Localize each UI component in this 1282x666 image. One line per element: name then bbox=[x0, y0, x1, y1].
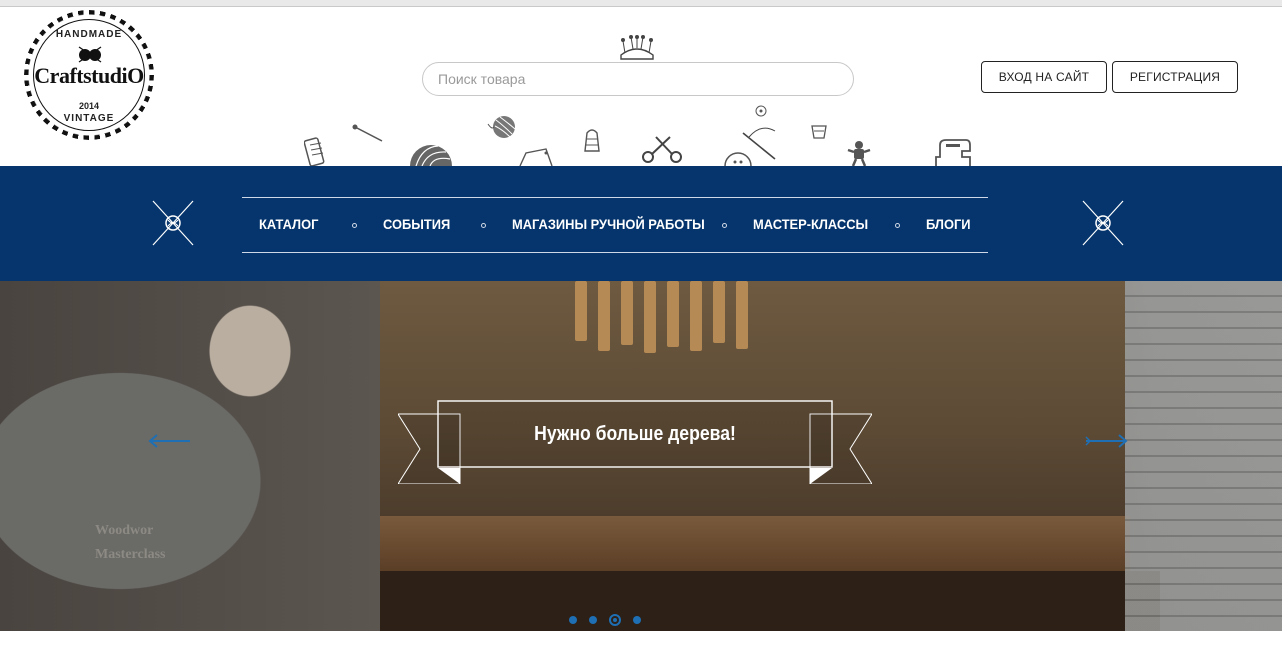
chisel-handle bbox=[644, 281, 656, 353]
main-nav: КАТАЛОГ СОБЫТИЯ МАГАЗИНЫ РУЧНОЙ РАБОТЫ М… bbox=[242, 197, 988, 253]
chisel-handle bbox=[621, 281, 633, 345]
slider-dot[interactable] bbox=[569, 616, 577, 624]
thimble-small-icon bbox=[811, 125, 827, 139]
logo-bottom-word: VINTAGE bbox=[63, 113, 115, 124]
spool-icon bbox=[304, 137, 325, 166]
yarn-icon bbox=[78, 46, 102, 63]
needle-icon bbox=[352, 124, 383, 142]
nav-item-events[interactable]: СОБЫТИЯ bbox=[383, 216, 450, 232]
hero-apron-text: Woodwor Masterclass bbox=[95, 519, 166, 567]
slider-pagination bbox=[569, 614, 641, 626]
hero-slider: Woodwor Masterclass Нужно больше дерева! bbox=[0, 281, 1282, 631]
nav-separator bbox=[722, 223, 727, 228]
hero-title: Нужно больше дерева! bbox=[534, 423, 736, 445]
nav-separator bbox=[481, 223, 486, 228]
logo-year: 2014 bbox=[78, 101, 100, 111]
nav-item-handmade-shops[interactable]: МАГАЗИНЫ РУЧНОЙ РАБОТЫ bbox=[512, 216, 705, 232]
site-logo[interactable]: HANDMADE CraftstudiO 2014 VINTAGE bbox=[24, 10, 154, 140]
chisel-handle bbox=[575, 281, 587, 341]
site-header: HANDMADE CraftstudiO 2014 VINTAGE ВХОД Н… bbox=[0, 7, 1282, 167]
chisel-handle bbox=[690, 281, 702, 351]
chisel-handle bbox=[713, 281, 725, 343]
pattern-icon bbox=[519, 148, 553, 167]
search-input[interactable] bbox=[422, 62, 854, 96]
knitting-needles-icon bbox=[152, 200, 194, 246]
chisel-handle bbox=[598, 281, 610, 351]
arrow-left-icon[interactable] bbox=[148, 434, 192, 448]
chisel-handle bbox=[667, 281, 679, 347]
apron-line-1: Woodwor bbox=[95, 523, 154, 538]
yarn-icon bbox=[487, 116, 516, 138]
thimble-icon bbox=[584, 129, 600, 152]
register-button[interactable]: РЕГИСТРАЦИЯ bbox=[1112, 61, 1238, 93]
arrow-right-icon[interactable] bbox=[1084, 434, 1128, 448]
nav-item-blogs[interactable]: БЛОГИ bbox=[926, 216, 971, 232]
hero-craftsman bbox=[0, 281, 380, 631]
login-button[interactable]: ВХОД НА САЙТ bbox=[981, 61, 1107, 93]
nav-item-master-classes[interactable]: МАСТЕР-КЛАССЫ bbox=[753, 216, 868, 232]
logo-name: CraftstudiO bbox=[34, 63, 144, 88]
slider-dot[interactable] bbox=[633, 616, 641, 624]
browser-top-line bbox=[0, 0, 1282, 7]
slider-dot[interactable] bbox=[589, 616, 597, 624]
nav-separator bbox=[352, 223, 357, 228]
hero-workbench bbox=[330, 516, 1130, 571]
hero-shutter bbox=[1125, 281, 1282, 631]
needle-thread-icon bbox=[742, 105, 776, 160]
knitting-needles-icon bbox=[1082, 200, 1124, 246]
nav-item-catalog[interactable]: КАТАЛОГ bbox=[259, 216, 318, 232]
scissors-icon bbox=[642, 136, 682, 163]
sewing-machine-icon bbox=[935, 139, 971, 166]
pin-cushion-icon bbox=[620, 35, 654, 60]
yarn-ball-icon bbox=[410, 145, 452, 166]
chisel-handle bbox=[736, 281, 748, 349]
gingerbread-icon bbox=[847, 141, 871, 167]
apron-line-2: Masterclass bbox=[95, 547, 166, 562]
logo-top-word: HANDMADE bbox=[55, 29, 123, 40]
slider-dot[interactable] bbox=[609, 614, 621, 626]
main-nav-band: КАТАЛОГ СОБЫТИЯ МАГАЗИНЫ РУЧНОЙ РАБОТЫ М… bbox=[0, 166, 1282, 281]
nav-separator bbox=[895, 223, 900, 228]
hero-bench-front bbox=[300, 571, 1160, 631]
